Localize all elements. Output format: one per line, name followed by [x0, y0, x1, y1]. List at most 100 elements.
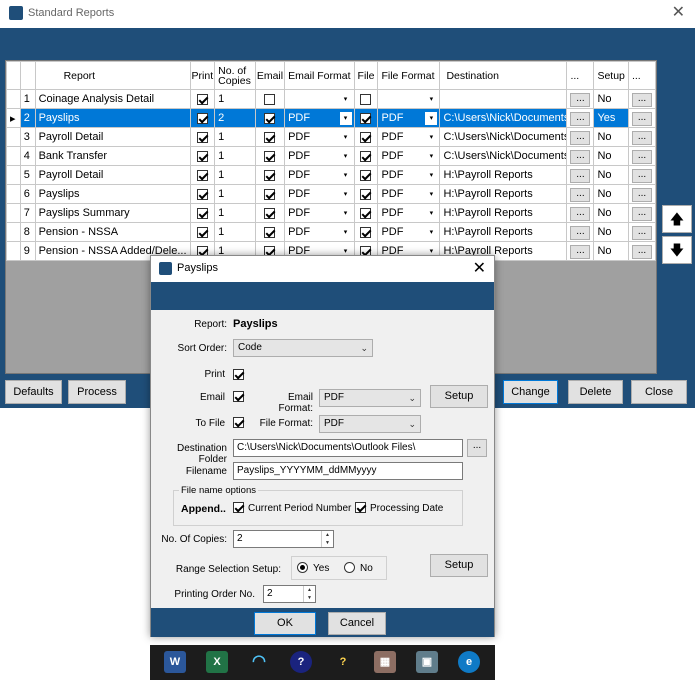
cell-file-format[interactable]: PDF ▾ [377, 127, 441, 147]
cell-destination[interactable]: H:\Payroll Reports [439, 222, 568, 242]
email-checkbox[interactable] [264, 150, 276, 162]
dropdown-arrow-icon[interactable]: ▾ [339, 188, 352, 201]
cell-report[interactable]: Payroll Detail [34, 165, 191, 185]
current-period-checkbox[interactable] [233, 502, 244, 513]
stepper-arrows-icon[interactable]: ▲ ▼ [321, 531, 333, 547]
setup-browse-button[interactable]: ... [631, 206, 652, 221]
print-checkbox[interactable] [233, 369, 244, 380]
cell-copies[interactable]: 1 [214, 127, 256, 147]
row-header[interactable] [6, 203, 21, 223]
range-setup-button[interactable]: Setup [430, 554, 488, 577]
cell-report[interactable]: Payslips [34, 108, 191, 128]
cell-destination[interactable]: H:\Payroll Reports [439, 165, 568, 185]
row-header[interactable] [6, 222, 21, 242]
row-header[interactable] [6, 241, 21, 261]
setup-browse-button[interactable]: ... [631, 130, 652, 145]
close-button[interactable]: Close [631, 380, 687, 404]
cell-copies[interactable]: 1 [214, 222, 256, 242]
dropdown-arrow-icon[interactable]: ▾ [339, 112, 352, 125]
cell-email-format[interactable]: PDF ▾ [284, 222, 355, 242]
destination-folder-input[interactable]: C:\Users\Nick\Documents\Outlook Files\ [233, 439, 463, 457]
cell-destination[interactable]: C:\Users\Nick\Documents\... [439, 127, 568, 147]
setup-browse-button[interactable]: ... [631, 149, 652, 164]
cell-file[interactable] [353, 203, 379, 223]
email-checkbox[interactable] [264, 188, 276, 200]
col-file-format[interactable]: File Format [377, 61, 441, 90]
dropdown-arrow-icon[interactable]: ▾ [339, 150, 352, 163]
dropdown-arrow-icon[interactable]: ▾ [425, 169, 438, 182]
cell-email[interactable] [254, 184, 286, 204]
cell-file[interactable] [353, 184, 379, 204]
lock-icon[interactable]: ? [332, 651, 354, 673]
table-row[interactable]: 5 Payroll Detail 1 PDF ▾ PDF ▾ H:\Payroll Repor… [6, 165, 656, 185]
filename-input[interactable]: Payslips_YYYYMM_ddMMyyyy [233, 462, 463, 480]
print-checkbox[interactable] [196, 169, 208, 181]
help-icon[interactable]: ? [290, 651, 312, 673]
excel-icon[interactable]: X [206, 651, 228, 673]
table-row[interactable]: 6 Payslips 1 PDF ▾ PDF ▾ H:\Payroll Reports... N… [6, 184, 656, 204]
cell-email[interactable] [254, 222, 286, 242]
cell-file[interactable] [353, 146, 379, 166]
setup-browse-button[interactable]: ... [631, 244, 652, 259]
cell-print[interactable] [189, 203, 216, 223]
table-row[interactable]: 8 Pension - NSSA 1 PDF ▾ PDF ▾ H:\Payroll Repor… [6, 222, 656, 242]
cell-file[interactable] [353, 89, 379, 109]
cell-file[interactable] [353, 127, 379, 147]
dropdown-arrow-icon[interactable]: ▾ [339, 169, 352, 182]
file-checkbox[interactable] [360, 169, 372, 181]
ok-button[interactable]: OK [254, 612, 316, 635]
dialog-close-icon[interactable]: ✕ [473, 258, 486, 278]
sort-order-select[interactable]: Code ⌄ [233, 339, 373, 357]
table-row[interactable]: 4 Bank Transfer 1 PDF ▾ PDF ▾ C:\Users\Nick\Doc… [6, 146, 656, 166]
cell-destination[interactable] [439, 89, 568, 109]
cell-report[interactable]: Bank Transfer [34, 146, 191, 166]
cell-email[interactable] [254, 165, 286, 185]
cell-print[interactable] [189, 146, 216, 166]
cell-file-format[interactable]: PDF ▾ [377, 222, 441, 242]
dropdown-arrow-icon[interactable]: ▾ [425, 112, 438, 125]
archive-icon[interactable]: ▦ [374, 651, 396, 673]
row-header[interactable] [6, 165, 21, 185]
file-checkbox[interactable] [360, 188, 372, 200]
file-format-select[interactable]: PDF ⌄ [319, 415, 421, 433]
browse-button[interactable]: ... [570, 111, 591, 126]
word-icon[interactable]: W [164, 651, 186, 673]
setup-browse-button[interactable]: ... [631, 168, 652, 183]
print-checkbox[interactable] [196, 226, 208, 238]
email-format-select[interactable]: PDF ⌄ [319, 389, 421, 407]
email-checkbox[interactable] [264, 207, 276, 219]
email-checkbox[interactable] [264, 131, 276, 143]
copies-stepper[interactable]: 2 ▲ ▼ [233, 530, 334, 548]
dropdown-arrow-icon[interactable]: ▾ [339, 207, 352, 220]
dropdown-arrow-icon[interactable]: ▾ [425, 188, 438, 201]
dropdown-arrow-icon[interactable]: ▾ [339, 226, 352, 239]
cell-print[interactable] [189, 222, 216, 242]
browse-button[interactable]: ... [570, 244, 591, 259]
cell-print[interactable] [189, 184, 216, 204]
cell-copies[interactable]: 1 [214, 203, 256, 223]
stepper-arrows-icon[interactable]: ▲ ▼ [303, 586, 315, 602]
file-checkbox[interactable] [360, 226, 372, 238]
delete-button[interactable]: Delete [568, 380, 623, 404]
cell-email-format[interactable]: PDF ▾ [284, 203, 355, 223]
processing-date-checkbox[interactable] [355, 502, 366, 513]
col-file[interactable]: File [353, 61, 379, 90]
dropdown-arrow-icon[interactable]: ▾ [425, 207, 438, 220]
dropdown-arrow-icon[interactable]: ▾ [425, 131, 438, 144]
table-row[interactable]: ▸ 2 Payslips 2 PDF ▾ PDF ▾ C:\Users\Nick\Documen… [6, 108, 656, 128]
cell-email-format[interactable]: PDF ▾ [284, 146, 355, 166]
dropdown-arrow-icon[interactable]: ▾ [339, 93, 352, 106]
wifi-icon[interactable]: ◠ [248, 651, 270, 673]
print-checkbox[interactable] [196, 112, 208, 124]
cell-file[interactable] [353, 108, 379, 128]
defaults-button[interactable]: Defaults [5, 380, 62, 404]
cell-email-format[interactable]: PDF ▾ [284, 165, 355, 185]
cell-email-format[interactable]: PDF ▾ [284, 184, 355, 204]
print-checkbox[interactable] [196, 207, 208, 219]
col-copies[interactable]: No. of Copies [214, 61, 256, 90]
cell-email[interactable] [254, 108, 286, 128]
email-checkbox[interactable] [264, 112, 276, 124]
cell-email[interactable] [254, 203, 286, 223]
row-header[interactable]: ▸ [6, 108, 21, 128]
edge-icon[interactable]: e [458, 651, 480, 673]
